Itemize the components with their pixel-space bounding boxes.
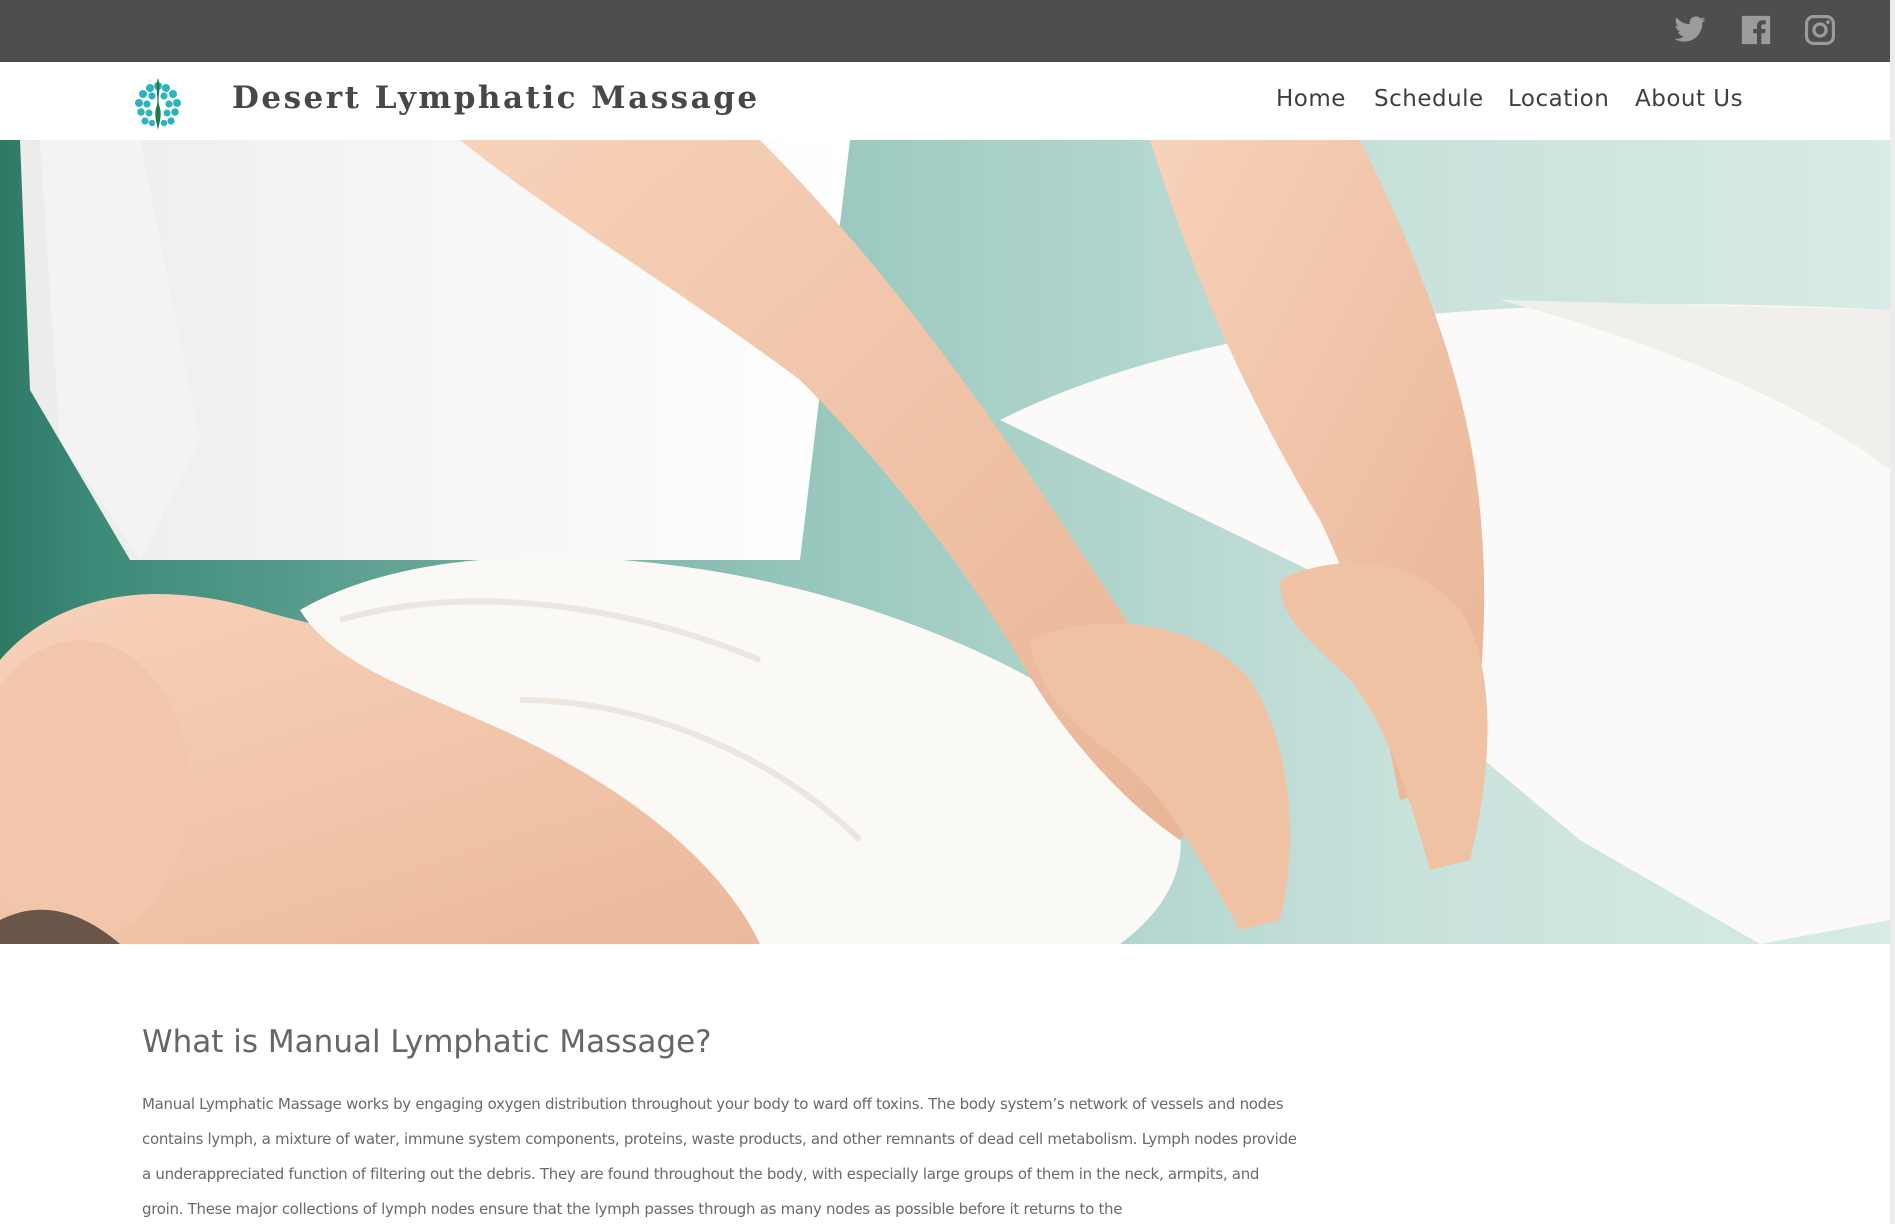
nav-home[interactable]: Home	[1276, 86, 1346, 112]
logo-lymph-icon	[135, 78, 181, 130]
nav-about-us[interactable]: About Us	[1635, 86, 1743, 112]
site-logo[interactable]	[130, 72, 186, 132]
section-heading: What is Manual Lymphatic Massage?	[142, 1024, 712, 1060]
social-top-bar	[0, 0, 1895, 62]
site-title[interactable]: Desert Lymphatic Massage	[232, 80, 760, 116]
twitter-icon[interactable]	[1673, 13, 1707, 47]
window-edge	[1890, 0, 1895, 1224]
nav-location[interactable]: Location	[1508, 86, 1609, 112]
nav-schedule[interactable]: Schedule	[1374, 86, 1484, 112]
instagram-icon[interactable]	[1803, 13, 1837, 47]
site-header: Desert Lymphatic Massage Home Schedule L…	[0, 62, 1890, 141]
hero-massage-image	[0, 140, 1890, 944]
intro-paragraph: Manual Lymphatic Massage works by engagi…	[142, 1095, 1297, 1218]
facebook-icon[interactable]	[1739, 13, 1773, 47]
